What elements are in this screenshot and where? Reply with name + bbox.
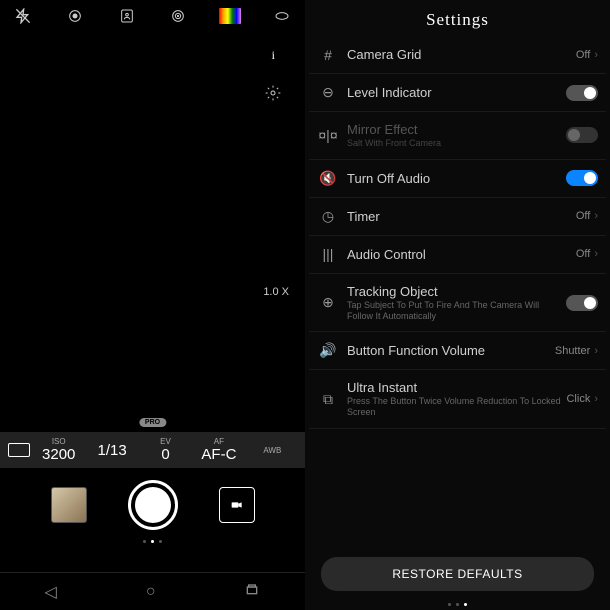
back-icon[interactable]: ◁	[45, 582, 57, 602]
setting-value: Shutter	[555, 345, 590, 357]
info-icon[interactable]: i	[272, 48, 275, 63]
camera-screen: i 1.0 X PRO ISO 3200 1/13 EV 0 AF AF-C A…	[0, 0, 305, 610]
settings-row[interactable]: ⧉ Ultra InstantPress The Button Twice Vol…	[309, 370, 606, 429]
shutter-speed-control[interactable]: 1/13	[87, 442, 136, 459]
setting-value: Off	[576, 210, 590, 222]
toggle-switch[interactable]	[566, 85, 598, 101]
portrait-icon[interactable]	[116, 8, 138, 24]
chevron-right-icon: ›	[594, 49, 598, 61]
settings-row[interactable]: 🔇 Turn Off Audio	[309, 160, 606, 198]
settings-title: Settings	[305, 0, 610, 36]
chevron-right-icon: ›	[594, 248, 598, 260]
color-icon[interactable]	[219, 8, 241, 24]
flash-off-icon[interactable]	[12, 8, 34, 24]
awb-control[interactable]: AWB	[248, 446, 297, 455]
setting-title: Audio Control	[347, 247, 576, 262]
setting-title: Level Indicator	[347, 85, 566, 100]
restore-defaults-button[interactable]: RESTORE DEFAULTS	[321, 557, 594, 591]
setting-icon: ⧉	[317, 391, 339, 408]
setting-value: Off	[576, 49, 590, 61]
recent-icon[interactable]	[244, 581, 260, 602]
settings-row[interactable]: ⊖ Level Indicator	[309, 74, 606, 112]
video-mode-button[interactable]	[219, 487, 255, 523]
settings-row[interactable]: 🔊 Button Function VolumeShutter ›	[309, 332, 606, 370]
home-icon[interactable]: ○	[146, 583, 156, 601]
setting-title: Mirror Effect	[347, 122, 566, 137]
shutter-button[interactable]	[128, 480, 178, 530]
settings-list: #Camera GridOff›⊖Level Indicator¤|¤Mirro…	[305, 36, 610, 549]
setting-icon: ⊖	[317, 84, 339, 101]
setting-subtitle: Salt With Front Camera	[347, 138, 566, 149]
setting-icon: |||	[317, 246, 339, 262]
setting-icon: 🔊	[317, 342, 339, 359]
camera-top-bar	[0, 0, 305, 32]
toggle-switch[interactable]	[566, 295, 598, 311]
settings-screen: Settings #Camera GridOff›⊖Level Indicato…	[305, 0, 610, 610]
settings-row[interactable]: # Camera GridOff ›	[309, 36, 606, 74]
settings-row[interactable]: ⊕ Tracking ObjectTap Subject To Put To Fi…	[309, 274, 606, 333]
af-control[interactable]: AF AF-C	[194, 437, 243, 463]
setting-icon: ¤|¤	[317, 127, 339, 143]
settings-gear-icon[interactable]	[265, 85, 281, 106]
setting-icon: 🔇	[317, 170, 339, 187]
setting-title: Timer	[347, 209, 576, 224]
setting-title: Turn Off Audio	[347, 171, 566, 186]
chevron-right-icon: ›	[594, 345, 598, 357]
chevron-right-icon: ›	[594, 393, 598, 405]
page-indicator	[305, 599, 610, 610]
page-indicator	[0, 540, 305, 543]
setting-title: Button Function Volume	[347, 343, 555, 358]
nav-bar: ◁ ○	[0, 572, 305, 610]
setting-subtitle: Press The Button Twice Volume Reduction …	[347, 396, 566, 418]
setting-icon: ◷	[317, 208, 339, 225]
chevron-right-icon: ›	[594, 210, 598, 222]
toggle-switch[interactable]	[566, 127, 598, 143]
pro-settings-bar: ISO 3200 1/13 EV 0 AF AF-C AWB	[0, 432, 305, 468]
zoom-indicator[interactable]: 1.0 X	[263, 286, 289, 298]
settings-row[interactable]: ¤|¤ Mirror EffectSalt With Front Camera	[309, 112, 606, 160]
setting-value: Off	[576, 248, 590, 260]
setting-icon: #	[317, 47, 339, 63]
setting-icon: ⊕	[317, 294, 339, 311]
ev-control[interactable]: EV 0	[141, 437, 190, 463]
hdr-icon[interactable]	[64, 8, 86, 24]
iso-control[interactable]: ISO 3200	[34, 437, 83, 463]
gallery-thumbnail[interactable]	[51, 487, 87, 523]
filter-icon[interactable]	[167, 8, 189, 24]
setting-value: Click	[566, 393, 590, 405]
aspect-ratio-icon[interactable]	[8, 443, 30, 457]
setting-title: Camera Grid	[347, 47, 576, 62]
setting-title: Tracking Object	[347, 284, 566, 299]
switch-camera-icon[interactable]	[271, 8, 293, 24]
capture-controls	[0, 480, 305, 530]
toggle-switch[interactable]	[566, 170, 598, 186]
pro-badge: PRO	[139, 418, 166, 427]
settings-row[interactable]: ◷ TimerOff ›	[309, 198, 606, 236]
setting-subtitle: Tap Subject To Put To Fire And The Camer…	[347, 300, 566, 322]
setting-title: Ultra Instant	[347, 380, 566, 395]
settings-row[interactable]: ||| Audio ControlOff ›	[309, 236, 606, 274]
